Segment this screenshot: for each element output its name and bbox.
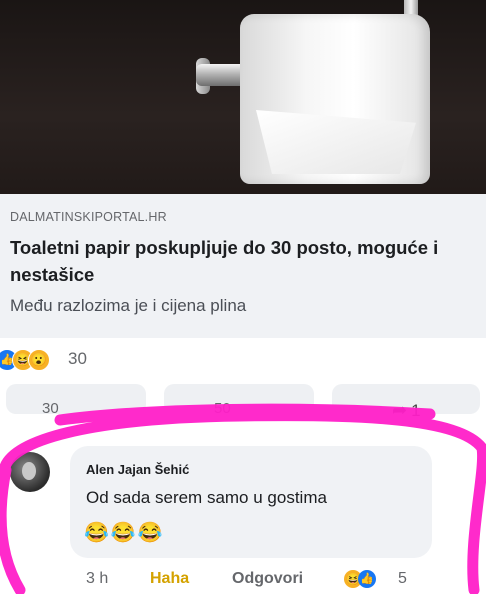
link-headline[interactable]: Toaletni papir poskupljuje do 30 posto, … <box>10 234 470 288</box>
like-icon: 👍 <box>358 570 376 588</box>
post-image[interactable] <box>0 0 486 194</box>
comment-bubble: Alen Jajan Šehić Od sada serem samo u go… <box>70 446 432 558</box>
comment-button[interactable] <box>164 384 314 414</box>
link-domain: DALMATINSKIPORTAL.HR <box>10 210 167 224</box>
link-preview[interactable]: DALMATINSKIPORTAL.HR Toaletni papir posk… <box>0 194 486 338</box>
share-icon: ➦ <box>392 400 408 420</box>
like-count-partial: 30 <box>42 400 59 417</box>
reactions-summary[interactable]: 👍 😆 😮 30 <box>0 338 486 385</box>
action-bar: 30 50 ➦ 1 <box>0 384 486 428</box>
comment-author[interactable]: Alen Jajan Šehić <box>86 462 189 477</box>
haha-reaction-link[interactable]: Haha <box>150 570 189 588</box>
share-count: 1 <box>411 401 421 420</box>
wow-icon: 😮 <box>28 349 50 371</box>
avatar[interactable] <box>10 452 50 492</box>
reaction-count[interactable]: 30 <box>68 349 87 369</box>
comment-text: Od sada serem samo u gostima <box>86 488 327 507</box>
share-count-group[interactable]: ➦ 1 <box>392 400 421 421</box>
comment-reaction-count[interactable]: 5 <box>398 570 407 588</box>
reply-button[interactable]: Odgovori <box>232 570 303 588</box>
comment: Alen Jajan Šehić Od sada serem samo u go… <box>0 428 486 594</box>
link-subtext: Među razlozima je i cijena plina <box>10 296 247 315</box>
comment-count-partial: 50 <box>214 400 231 417</box>
comment-time[interactable]: 3 h <box>86 570 108 588</box>
comment-emoji: 😂😂😂 <box>84 522 165 544</box>
like-button[interactable] <box>6 384 146 414</box>
